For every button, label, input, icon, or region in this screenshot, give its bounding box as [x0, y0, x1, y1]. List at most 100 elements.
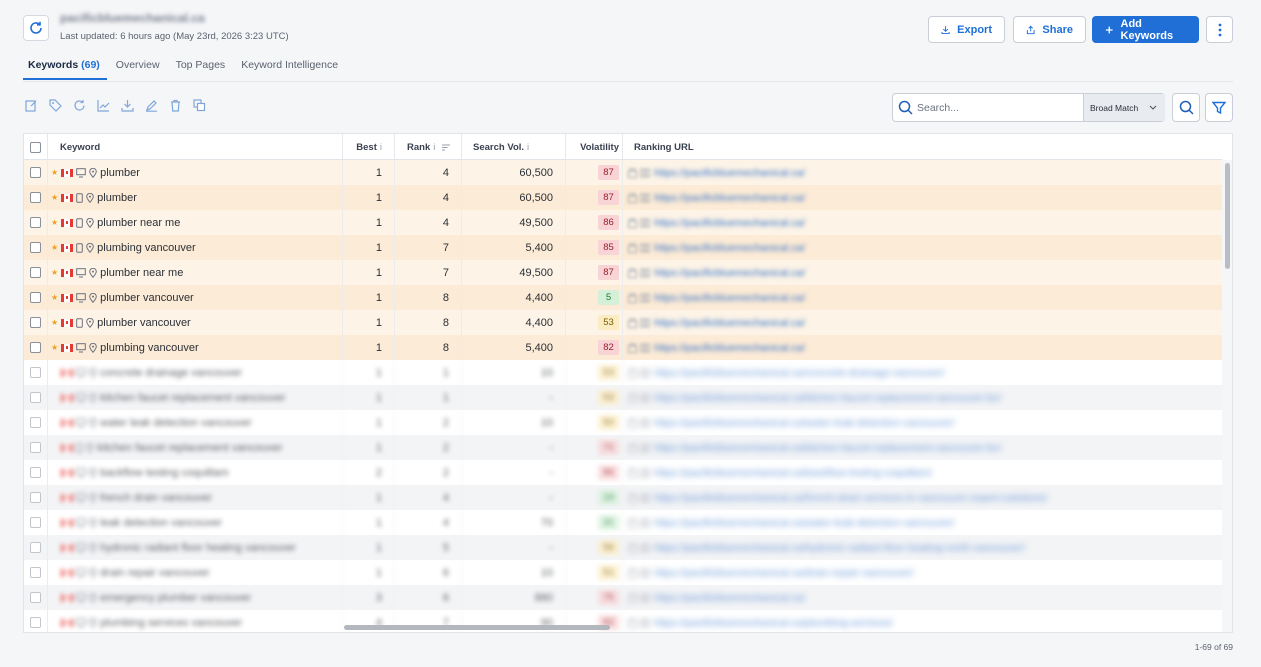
refresh-rank-icon[interactable]	[72, 98, 87, 113]
keyword-text[interactable]: hydronic radiant floor heating vancouver	[100, 542, 296, 554]
url-action-icons[interactable]	[628, 168, 650, 178]
table-row[interactable]: ★backflow testing coquitlam22-86https://…	[24, 460, 1222, 485]
url-action-icons[interactable]	[628, 443, 650, 453]
ranking-url-link[interactable]: https://pacificbluemechanical.ca/	[654, 342, 805, 354]
table-row[interactable]: ★plumbing services vancouver479082https:…	[24, 610, 1222, 632]
star-icon[interactable]: ★	[51, 168, 58, 177]
ranking-url-link[interactable]: https://pacificbluemechanical.ca/water-l…	[654, 417, 955, 429]
url-action-icons[interactable]	[628, 568, 650, 578]
add-keywords-button[interactable]: Add Keywords	[1092, 16, 1199, 43]
keyword-text[interactable]: plumber vancouver	[100, 292, 194, 304]
table-row[interactable]: ★leak detection vancouver1470 31 https://p…	[24, 510, 1222, 535]
star-icon[interactable]: ★	[51, 243, 58, 252]
table-row[interactable]: ★concrete drainage vancouver111053https:…	[24, 360, 1222, 385]
row-checkbox[interactable]	[30, 442, 41, 453]
ranking-url-link[interactable]: https://pacificbluemechanical.ca/	[654, 267, 805, 279]
horizontal-scrollbar[interactable]	[344, 625, 610, 630]
column-keyword[interactable]: Keyword	[48, 134, 343, 160]
row-checkbox[interactable]	[30, 292, 41, 303]
table-row[interactable]: ★water leak detection vancouver1210 50 htt…	[24, 410, 1222, 435]
row-checkbox[interactable]	[30, 492, 41, 503]
chart-icon[interactable]	[96, 98, 111, 113]
edit-note-icon[interactable]	[24, 98, 39, 113]
filter-button[interactable]	[1205, 93, 1233, 122]
share-button[interactable]: Share	[1013, 16, 1086, 43]
keyword-text[interactable]: french drain vancouver	[100, 492, 212, 504]
keyword-text[interactable]: backflow testing coquitlam	[100, 467, 228, 479]
star-icon[interactable]: ★	[51, 343, 58, 352]
table-row[interactable]: ★ plumbing vancouver 1 7 5,400 85 https://paci…	[24, 235, 1222, 260]
keyword-text[interactable]: kitchen faucet replacement vancouver	[97, 442, 282, 454]
url-action-icons[interactable]	[628, 543, 650, 553]
table-row[interactable]: ★ plumber near me 1 7 49,500 87 https://pacifi…	[24, 260, 1222, 285]
keyword-text[interactable]: plumber	[100, 167, 140, 179]
vertical-scrollbar[interactable]	[1222, 160, 1232, 632]
keyword-text[interactable]: plumber	[97, 192, 137, 204]
row-checkbox[interactable]	[30, 217, 41, 228]
table-row[interactable]: ★ plumber vancouver 1 8 4,400 5 https://pacifi…	[24, 285, 1222, 310]
ranking-url-link[interactable]: https://pacificbluemechanical.ca/plumbin…	[654, 617, 893, 629]
keyword-text[interactable]: concrete drainage vancouver	[100, 367, 242, 379]
star-icon[interactable]: ★	[51, 218, 58, 227]
column-volatility[interactable]: Volatility	[566, 134, 623, 160]
star-icon[interactable]: ★	[51, 193, 58, 202]
ranking-url-link[interactable]: https://pacificbluemechanical.ca/concret…	[654, 367, 945, 379]
row-checkbox[interactable]	[30, 242, 41, 253]
ranking-url-link[interactable]: https://pacificbluemechanical.ca/kitchen…	[654, 392, 1001, 404]
ranking-url-link[interactable]: https://pacificbluemechanical.ca/drain-r…	[654, 567, 914, 579]
export-button[interactable]: Export	[928, 16, 1005, 43]
tab-keyword-intelligence[interactable]: Keyword Intelligence	[234, 56, 345, 80]
row-checkbox[interactable]	[30, 342, 41, 353]
url-action-icons[interactable]	[628, 293, 650, 303]
info-icon[interactable]: i	[433, 142, 435, 153]
table-row[interactable]: ★hydronic radiant floor heating vancouve…	[24, 535, 1222, 560]
keyword-text[interactable]: plumber near me	[100, 267, 183, 279]
table-row[interactable]: ★kitchen faucet replacement vancouver12-…	[24, 435, 1222, 460]
ranking-url-link[interactable]: https://pacificbluemechanical.ca/french-…	[654, 492, 1047, 504]
trash-icon[interactable]	[168, 98, 183, 113]
url-action-icons[interactable]	[628, 593, 650, 603]
refresh-button[interactable]	[23, 15, 49, 41]
keyword-text[interactable]: plumbing vancouver	[100, 342, 198, 354]
star-icon[interactable]: ★	[51, 318, 58, 327]
search-input[interactable]	[917, 99, 1077, 117]
row-checkbox[interactable]	[30, 192, 41, 203]
select-all-checkbox[interactable]	[30, 141, 41, 153]
row-checkbox[interactable]	[30, 417, 41, 428]
keyword-text[interactable]: plumber near me	[97, 217, 180, 229]
star-icon[interactable]: ★	[51, 268, 58, 277]
ranking-url-link[interactable]: https://pacificbluemechanical.ca/	[654, 217, 805, 229]
url-action-icons[interactable]	[628, 468, 650, 478]
info-icon[interactable]: i	[527, 142, 529, 153]
pencil-icon[interactable]	[144, 98, 159, 113]
match-type-select[interactable]: Broad Match	[1083, 94, 1165, 121]
row-checkbox[interactable]	[30, 567, 41, 578]
keyword-text[interactable]: water leak detection vancouver	[100, 417, 252, 429]
keyword-text[interactable]: kitchen faucet replacement vancouver	[100, 392, 285, 404]
url-action-icons[interactable]	[628, 268, 650, 278]
copy-icon[interactable]	[192, 98, 207, 113]
url-action-icons[interactable]	[628, 518, 650, 528]
table-row[interactable]: ★kitchen faucet replacement vancouver11-…	[24, 385, 1222, 410]
url-action-icons[interactable]	[628, 318, 650, 328]
table-row[interactable]: ★french drain vancouver14- 19 https://paci…	[24, 485, 1222, 510]
ranking-url-link[interactable]: https://pacificbluemechanical.ca/	[654, 167, 805, 179]
ranking-url-link[interactable]: https://pacificbluemechanical.ca/kitchen…	[654, 442, 1001, 454]
table-row[interactable]: ★emergency plumber vancouver36880 75 https…	[24, 585, 1222, 610]
url-action-icons[interactable]	[628, 343, 650, 353]
row-checkbox[interactable]	[30, 267, 41, 278]
table-row[interactable]: ★ plumber 1 4 60,500 87 https://pacificbluemec…	[24, 160, 1222, 185]
tab-keywords[interactable]: Keywords (69)	[23, 56, 107, 80]
tab-overview[interactable]: Overview	[109, 56, 167, 80]
ranking-url-link[interactable]: https://pacificbluemechanical.ca/backflo…	[654, 467, 932, 479]
ranking-url-link[interactable]: https://pacificbluemechanical.ca/water-l…	[654, 517, 955, 529]
column-search-volume[interactable]: Search Vol. i	[462, 134, 566, 160]
more-options-button[interactable]	[1206, 16, 1233, 43]
ranking-url-link[interactable]: https://pacificbluemechanical.ca/	[654, 292, 805, 304]
row-checkbox[interactable]	[30, 592, 41, 603]
row-checkbox[interactable]	[30, 517, 41, 528]
star-icon[interactable]: ★	[51, 293, 58, 302]
download-icon[interactable]	[120, 98, 135, 113]
keyword-text[interactable]: plumbing vancouver	[97, 242, 195, 254]
url-action-icons[interactable]	[628, 393, 650, 403]
